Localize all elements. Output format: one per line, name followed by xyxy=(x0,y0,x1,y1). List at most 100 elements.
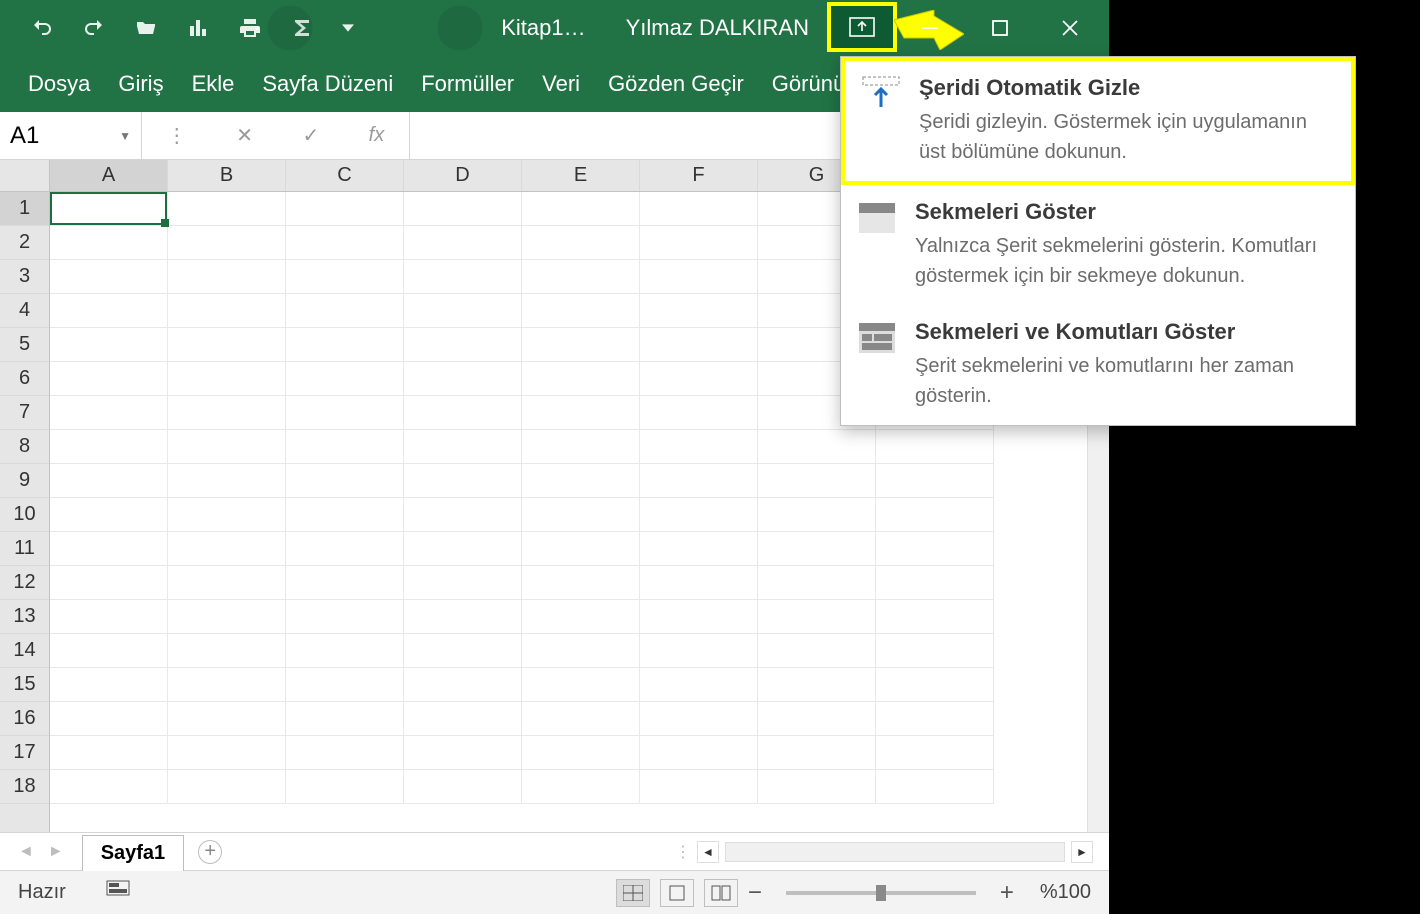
cell[interactable] xyxy=(286,770,404,804)
cell[interactable] xyxy=(404,532,522,566)
cell[interactable] xyxy=(286,600,404,634)
chart-icon[interactable] xyxy=(186,16,210,40)
cell[interactable] xyxy=(50,532,168,566)
cell[interactable] xyxy=(522,770,640,804)
cell[interactable] xyxy=(876,600,994,634)
cell[interactable] xyxy=(404,634,522,668)
tab-insert[interactable]: Ekle xyxy=(192,71,235,97)
cell[interactable] xyxy=(758,464,876,498)
sheet-nav-next-icon[interactable]: ► xyxy=(48,843,64,861)
zoom-level[interactable]: %100 xyxy=(1040,881,1091,904)
cell[interactable] xyxy=(404,226,522,260)
cell[interactable] xyxy=(50,668,168,702)
row-header[interactable]: 4 xyxy=(0,294,49,328)
cell[interactable] xyxy=(50,260,168,294)
cell[interactable] xyxy=(522,226,640,260)
option-show-tabs-commands[interactable]: Sekmeleri ve Komutları Göster Şerit sekm… xyxy=(841,305,1355,425)
cell[interactable] xyxy=(404,362,522,396)
column-header[interactable]: A xyxy=(50,160,168,191)
cell[interactable] xyxy=(286,226,404,260)
zoom-out-button[interactable]: − xyxy=(748,879,762,907)
cell[interactable] xyxy=(640,362,758,396)
cell[interactable] xyxy=(50,294,168,328)
cell[interactable] xyxy=(286,328,404,362)
name-box[interactable]: A1 ▼ xyxy=(0,112,142,159)
cell[interactable] xyxy=(404,464,522,498)
row-header[interactable]: 9 xyxy=(0,464,49,498)
ribbon-display-options-button[interactable] xyxy=(827,2,897,52)
fx-icon[interactable]: fx xyxy=(369,124,385,147)
cell[interactable] xyxy=(50,226,168,260)
cell[interactable] xyxy=(522,464,640,498)
cell[interactable] xyxy=(50,634,168,668)
cell[interactable] xyxy=(168,464,286,498)
row-header[interactable]: 5 xyxy=(0,328,49,362)
cell[interactable] xyxy=(876,736,994,770)
cell[interactable] xyxy=(286,668,404,702)
cell[interactable] xyxy=(640,668,758,702)
cell[interactable] xyxy=(168,600,286,634)
enter-formula-icon[interactable]: ✓ xyxy=(302,123,319,148)
qat-dropdown-icon[interactable] xyxy=(342,16,354,40)
cell[interactable] xyxy=(50,702,168,736)
cell[interactable] xyxy=(522,736,640,770)
cell[interactable] xyxy=(522,328,640,362)
cell[interactable] xyxy=(522,430,640,464)
column-header[interactable]: F xyxy=(640,160,758,191)
cell[interactable] xyxy=(404,328,522,362)
macro-record-icon[interactable] xyxy=(106,880,130,906)
cell[interactable] xyxy=(640,634,758,668)
row-header[interactable]: 6 xyxy=(0,362,49,396)
column-header[interactable]: E xyxy=(522,160,640,191)
cell[interactable] xyxy=(50,770,168,804)
cell[interactable] xyxy=(286,702,404,736)
cell[interactable] xyxy=(286,464,404,498)
row-header[interactable]: 7 xyxy=(0,396,49,430)
close-icon[interactable] xyxy=(1059,17,1081,39)
sheet-tab-active[interactable]: Sayfa1 xyxy=(82,835,185,871)
cell[interactable] xyxy=(168,396,286,430)
cell[interactable] xyxy=(640,532,758,566)
cell[interactable] xyxy=(758,498,876,532)
cell[interactable] xyxy=(758,770,876,804)
cell[interactable] xyxy=(876,566,994,600)
cell[interactable] xyxy=(168,634,286,668)
cell[interactable] xyxy=(168,362,286,396)
sheet-nav-prev-icon[interactable]: ◄ xyxy=(18,843,34,861)
hscroll-grip-icon[interactable]: ⋮ xyxy=(675,842,691,862)
cell[interactable] xyxy=(758,668,876,702)
cell[interactable] xyxy=(522,396,640,430)
view-normal-button[interactable] xyxy=(616,879,650,907)
column-header[interactable]: B xyxy=(168,160,286,191)
cell[interactable] xyxy=(50,736,168,770)
cell[interactable] xyxy=(168,702,286,736)
autosum-icon[interactable] xyxy=(290,16,314,40)
cell[interactable] xyxy=(522,702,640,736)
row-header[interactable]: 1 xyxy=(0,192,49,226)
cell[interactable] xyxy=(876,498,994,532)
cell[interactable] xyxy=(758,702,876,736)
cell[interactable] xyxy=(522,192,640,226)
cell[interactable] xyxy=(640,464,758,498)
cell[interactable] xyxy=(404,294,522,328)
tab-layout[interactable]: Sayfa Düzeni xyxy=(262,71,393,97)
cell[interactable] xyxy=(50,396,168,430)
cell[interactable] xyxy=(50,498,168,532)
cell[interactable] xyxy=(404,430,522,464)
row-header[interactable]: 10 xyxy=(0,498,49,532)
cell[interactable] xyxy=(758,736,876,770)
cell[interactable] xyxy=(640,566,758,600)
cell[interactable] xyxy=(168,226,286,260)
cell[interactable] xyxy=(522,600,640,634)
column-header[interactable]: C xyxy=(286,160,404,191)
cell[interactable] xyxy=(168,566,286,600)
cell[interactable] xyxy=(640,294,758,328)
cell[interactable] xyxy=(522,294,640,328)
cell[interactable] xyxy=(168,294,286,328)
cell[interactable] xyxy=(640,498,758,532)
cell[interactable] xyxy=(876,532,994,566)
tab-home[interactable]: Giriş xyxy=(118,71,163,97)
row-header[interactable]: 18 xyxy=(0,770,49,804)
row-header[interactable]: 11 xyxy=(0,532,49,566)
tab-review[interactable]: Gözden Geçir xyxy=(608,71,744,97)
